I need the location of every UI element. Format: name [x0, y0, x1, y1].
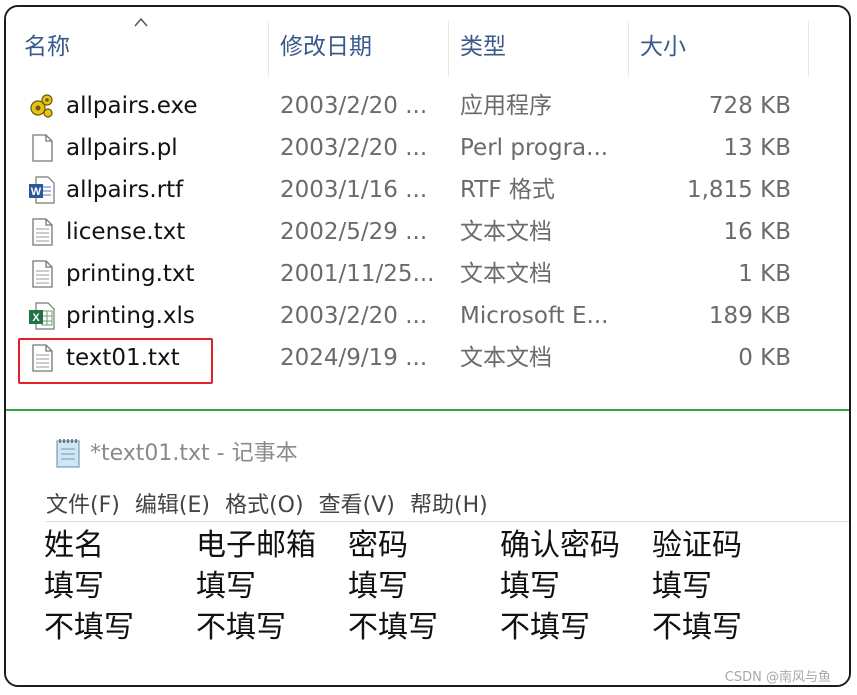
- column-divider[interactable]: [808, 21, 809, 77]
- column-divider[interactable]: [268, 21, 269, 77]
- notepad-icon: [56, 439, 80, 468]
- text-word: 填写: [652, 569, 712, 604]
- text-word: 验证码: [652, 528, 742, 563]
- exe-icon: [30, 94, 53, 118]
- file-date: 2003/2/20 ...: [280, 135, 428, 161]
- text-word: 不填写: [652, 610, 742, 645]
- menu-help[interactable]: 帮助(H): [410, 487, 488, 519]
- text-file-icon: [32, 260, 53, 288]
- file-explorer-list: 名称 修改日期 类型 大小 allpairs.exe 2003/2/20 ...…: [6, 7, 849, 409]
- svg-text:W: W: [31, 186, 42, 198]
- file-type: RTF 格式: [460, 177, 555, 203]
- highlight-box: [18, 338, 213, 384]
- file-type: 文本文档: [460, 261, 552, 287]
- column-header-name[interactable]: 名称: [24, 7, 70, 77]
- svg-text:X: X: [32, 312, 40, 324]
- menu-view[interactable]: 查看(V): [319, 487, 395, 519]
- file-name: allpairs.exe: [66, 93, 198, 119]
- text-word: 姓名: [44, 528, 104, 563]
- notepad-menubar: 文件(F) 编辑(E) 格式(O) 查看(V) 帮助(H): [46, 487, 498, 521]
- file-name: allpairs.pl: [66, 135, 178, 161]
- file-date: 2003/1/16 ...: [280, 177, 428, 203]
- file-row[interactable]: W allpairs.rtf 2003/1/16 ... RTF 格式 1,81…: [6, 169, 849, 211]
- text-line: 填写 填写 填写 填写 填写: [44, 566, 804, 607]
- menu-file[interactable]: 文件(F): [46, 487, 120, 519]
- menu-separator: [46, 521, 849, 522]
- file-type: Perl progra...: [460, 135, 609, 161]
- file-size: 1,815 KB: [686, 177, 791, 203]
- notepad-title: *text01.txt - 记事本: [90, 441, 298, 466]
- notepad-window: *text01.txt - 记事本 文件(F) 编辑(E) 格式(O) 查看(V…: [6, 411, 849, 685]
- text-word: 不填写: [348, 610, 438, 645]
- column-header-type[interactable]: 类型: [460, 7, 506, 77]
- file-size: 16 KB: [723, 219, 791, 245]
- file-name: license.txt: [66, 219, 186, 245]
- file-size: 13 KB: [723, 135, 791, 161]
- text-word: 电子邮箱: [196, 528, 316, 563]
- file-icon: [32, 134, 53, 162]
- file-name: printing.xls: [66, 303, 195, 329]
- menu-format[interactable]: 格式(O): [225, 487, 303, 519]
- file-row[interactable]: allpairs.pl 2003/2/20 ... Perl progra...…: [6, 127, 849, 169]
- text-word: 填写: [500, 569, 560, 604]
- file-date: 2003/2/20 ...: [280, 93, 428, 119]
- file-name: printing.txt: [66, 261, 195, 287]
- screenshot-frame: 名称 修改日期 类型 大小 allpairs.exe 2003/2/20 ...…: [4, 5, 851, 687]
- text-word: 填写: [44, 569, 104, 604]
- watermark: CSDN @南风与鱼: [724, 670, 831, 685]
- text-line: 不填写 不填写 不填写 不填写 不填写: [44, 607, 804, 648]
- file-type: Microsoft E...: [460, 303, 609, 329]
- file-row[interactable]: license.txt 2002/5/29 ... 文本文档 16 KB: [6, 211, 849, 253]
- column-divider[interactable]: [628, 21, 629, 77]
- text-line: 姓名 电子邮箱 密码 确认密码 验证码: [44, 525, 804, 566]
- text-word: 不填写: [44, 610, 134, 645]
- text-word: 填写: [196, 569, 256, 604]
- file-size: 189 KB: [708, 303, 791, 329]
- file-type: 应用程序: [460, 93, 552, 119]
- column-header-bar: 名称 修改日期 类型 大小: [6, 7, 849, 77]
- word-icon: W: [29, 176, 55, 204]
- file-row[interactable]: allpairs.exe 2003/2/20 ... 应用程序 728 KB: [6, 85, 849, 127]
- notepad-text-area[interactable]: 姓名 电子邮箱 密码 确认密码 验证码 填写 填写 填写 填写 填写 不填写 不填写 不填写 不填写不…: [44, 525, 804, 648]
- file-size: 0 KB: [738, 345, 791, 371]
- text-word: 确认密码: [500, 528, 620, 563]
- text-word: 密码: [348, 528, 408, 563]
- text-word: 填写: [348, 569, 408, 604]
- text-word: 不填写: [196, 610, 286, 645]
- file-size: 1 KB: [738, 261, 791, 287]
- file-date: 2002/5/29 ...: [280, 219, 428, 245]
- file-date: 2003/2/20 ...: [280, 303, 428, 329]
- file-row[interactable]: X printing.xls 2003/2/20 ... Microsoft E…: [6, 295, 849, 337]
- file-date: 2024/9/19 ...: [280, 345, 428, 371]
- file-row[interactable]: printing.txt 2001/11/25... 文本文档 1 KB: [6, 253, 849, 295]
- menu-edit[interactable]: 编辑(E): [135, 487, 210, 519]
- file-date: 2001/11/25...: [280, 261, 435, 287]
- file-type: 文本文档: [460, 219, 552, 245]
- sort-ascending-icon[interactable]: [134, 17, 148, 27]
- file-name: allpairs.rtf: [66, 177, 184, 203]
- text-word: 不填写: [500, 610, 590, 645]
- excel-icon: X: [29, 302, 55, 330]
- text-file-icon: [32, 218, 53, 246]
- file-type: 文本文档: [460, 345, 552, 371]
- column-header-size[interactable]: 大小: [640, 7, 686, 77]
- file-size: 728 KB: [708, 93, 791, 119]
- column-header-date[interactable]: 修改日期: [280, 7, 372, 77]
- column-divider[interactable]: [448, 21, 449, 77]
